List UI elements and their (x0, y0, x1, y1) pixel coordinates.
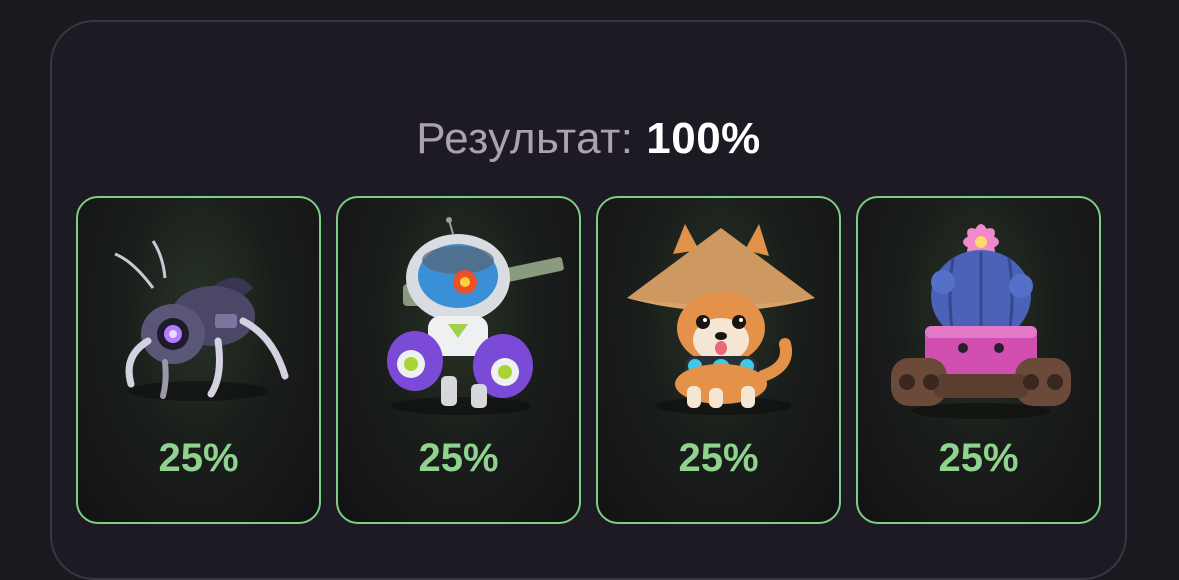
result-heading: Результат: 100% (52, 114, 1125, 164)
character-card-shiba-dog-hat[interactable]: 25% (596, 196, 841, 524)
result-value: 100% (646, 114, 761, 163)
character-cards: 25% 25% 25% 25% (76, 196, 1104, 524)
character-card-astronaut-fish-mech[interactable]: 25% (336, 196, 581, 524)
card-percent: 25% (158, 436, 239, 480)
card-percent: 25% (418, 436, 499, 480)
card-percent: 25% (678, 436, 759, 480)
character-card-cactus-tank[interactable]: 25% (856, 196, 1101, 524)
shiba-dog-hat-image (627, 224, 815, 415)
robot-spider-image (114, 240, 289, 401)
character-card-robot-spider[interactable]: 25% (76, 196, 321, 524)
astronaut-fish-mech-image (387, 217, 564, 415)
result-label: Результат: (416, 114, 634, 163)
cactus-tank-image (891, 224, 1071, 419)
card-percent: 25% (938, 436, 1019, 480)
